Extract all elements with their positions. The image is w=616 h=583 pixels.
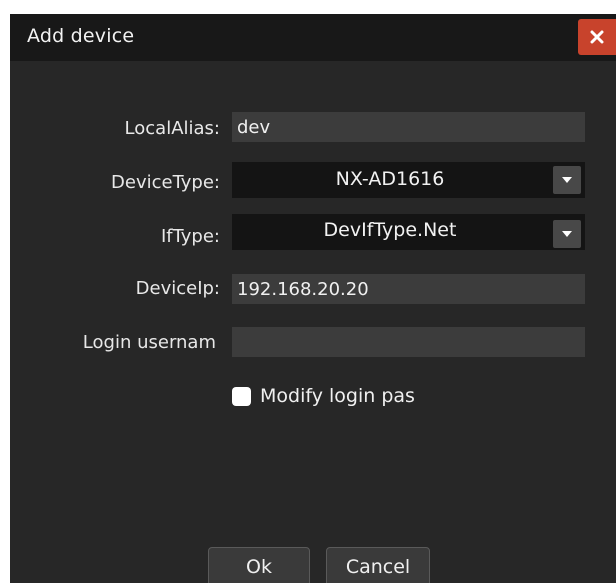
local-alias-label: LocalAlias: — [124, 118, 220, 139]
device-type-value: NX-AD1616 — [335, 168, 445, 190]
if-type-value: DevIfType.Net — [323, 219, 457, 241]
modify-login-password-checkbox[interactable] — [232, 387, 251, 406]
device-ip-input[interactable] — [232, 274, 585, 304]
device-type-dropdown-button[interactable] — [553, 166, 581, 194]
dialog-title: Add device — [27, 25, 135, 47]
if-type-label: IfType: — [160, 226, 220, 247]
if-type-select[interactable]: DevIfType.Net — [232, 214, 585, 250]
cancel-button[interactable]: Cancel — [326, 547, 430, 583]
add-device-dialog: Add device LocalAlias: DeviceType: NX-AD… — [10, 14, 616, 583]
if-type-dropdown-button[interactable] — [553, 220, 581, 248]
local-alias-input[interactable] — [232, 112, 585, 142]
title-bar: Add device — [10, 14, 616, 61]
close-button[interactable] — [578, 19, 616, 55]
device-type-label: DeviceType: — [111, 172, 220, 193]
device-ip-label: DeviceIp: — [135, 278, 220, 299]
modify-login-password-label: Modify login pas — [260, 385, 415, 407]
login-username-label: Login usernam — [82, 332, 216, 353]
device-type-select[interactable]: NX-AD1616 — [232, 162, 585, 198]
chevron-down-icon — [562, 177, 572, 183]
ok-button[interactable]: Ok — [208, 547, 310, 583]
chevron-down-icon — [562, 231, 572, 237]
login-username-input[interactable] — [232, 327, 585, 357]
close-icon — [590, 30, 604, 44]
